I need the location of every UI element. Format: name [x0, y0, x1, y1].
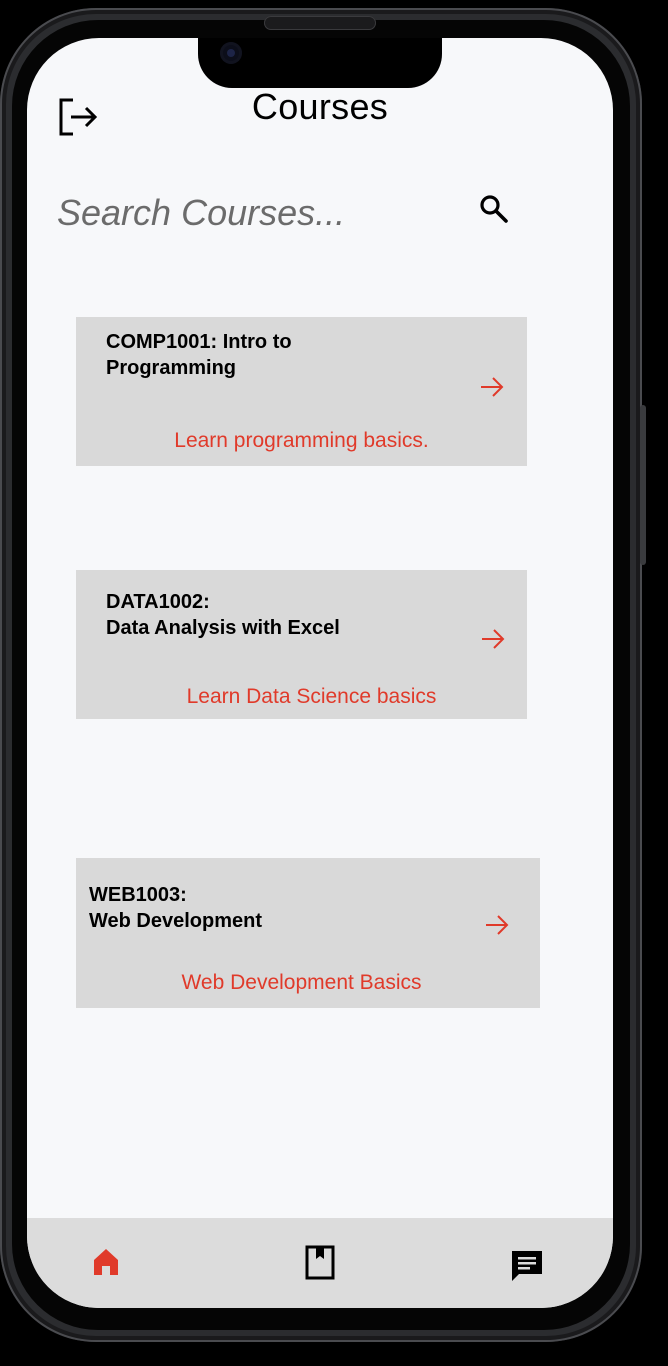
arrow-right-icon[interactable]	[479, 376, 505, 398]
camera-icon	[220, 42, 242, 64]
search-icon[interactable]	[479, 194, 509, 224]
chat-icon[interactable]	[509, 1248, 545, 1284]
arrow-right-icon[interactable]	[484, 914, 510, 936]
course-card-web1003[interactable]: WEB1003: Web Development Web Development…	[76, 858, 540, 1008]
side-button	[640, 405, 646, 565]
search-input[interactable]	[57, 188, 457, 238]
page-title: Courses	[251, 86, 389, 127]
bottom-nav	[27, 1218, 613, 1308]
home-icon[interactable]	[88, 1244, 124, 1280]
course-title: DATA1002: Data Analysis with Excel	[106, 591, 340, 639]
course-card-data1002[interactable]: DATA1002: Data Analysis with Excel Learn…	[76, 570, 527, 719]
speaker-slot	[264, 16, 376, 30]
notch	[198, 38, 442, 88]
course-title: WEB1003: Web Development	[89, 884, 262, 932]
course-card-comp1001[interactable]: COMP1001: Intro to Programming Learn pro…	[76, 317, 527, 466]
app-screen: Courses COMP1001: Intro to Programming L…	[27, 38, 613, 1308]
search-bar	[57, 188, 517, 238]
bookmark-icon[interactable]	[302, 1244, 338, 1280]
course-description: Learn Data Science basics	[186, 685, 437, 708]
course-description: Web Development Basics	[181, 971, 422, 994]
phone-mockup: Courses COMP1001: Intro to Programming L…	[0, 0, 668, 1366]
course-title: COMP1001: Intro to Programming	[106, 331, 292, 379]
arrow-right-icon[interactable]	[480, 628, 506, 650]
course-description: Learn programming basics.	[174, 429, 429, 452]
